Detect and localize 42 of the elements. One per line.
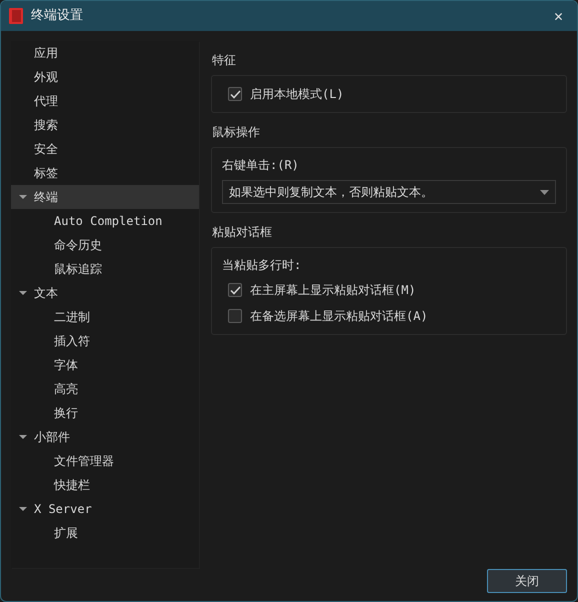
tree-item[interactable]: 扩展 bbox=[11, 521, 199, 545]
section-title: 鼠标操作 bbox=[212, 124, 261, 141]
tree-item[interactable]: 快捷栏 bbox=[11, 473, 199, 497]
tree-item[interactable]: 命令历史 bbox=[11, 233, 199, 257]
checkbox[interactable] bbox=[228, 87, 242, 101]
tree-item[interactable]: X Server bbox=[11, 497, 199, 521]
tree-item[interactable]: 代理 bbox=[11, 89, 199, 113]
caret-icon[interactable] bbox=[18, 506, 26, 512]
tree-item[interactable]: 外观 bbox=[11, 65, 199, 89]
tree-item[interactable]: 应用 bbox=[11, 41, 199, 65]
tree-item[interactable]: 字体 bbox=[11, 353, 199, 377]
tree-item[interactable]: 二进制 bbox=[11, 305, 199, 329]
tree-item[interactable]: 换行 bbox=[11, 401, 199, 425]
tree-item[interactable]: 安全 bbox=[11, 137, 199, 161]
caret-icon[interactable] bbox=[18, 434, 26, 440]
caret-icon[interactable] bbox=[18, 194, 26, 200]
checkbox[interactable] bbox=[228, 309, 242, 323]
tree-item[interactable]: 文本 bbox=[11, 281, 199, 305]
tree-item[interactable]: 终端 bbox=[11, 185, 199, 209]
field-label: 当粘贴多行时: bbox=[222, 257, 302, 274]
close-button[interactable]: ✕ bbox=[548, 4, 569, 28]
checkbox[interactable] bbox=[228, 283, 242, 297]
tree-item[interactable]: 小部件 bbox=[11, 425, 199, 449]
close-dialog-button[interactable]: 关闭 bbox=[487, 569, 567, 593]
dropdown-arrow-icon bbox=[540, 190, 549, 194]
tree-item[interactable]: 搜索 bbox=[11, 113, 199, 137]
caret-icon[interactable] bbox=[18, 290, 26, 296]
field-label: 右键单击:(R) bbox=[222, 157, 300, 174]
tree-item[interactable]: 高亮 bbox=[11, 377, 199, 401]
tree-item[interactable]: 插入符 bbox=[11, 329, 199, 353]
checkbox-label: 在主屏幕上显示粘贴对话框(M) bbox=[250, 282, 416, 299]
checkbox-label: 在备选屏幕上显示粘贴对话框(A) bbox=[250, 308, 428, 325]
tree-item[interactable]: 文件管理器 bbox=[11, 449, 199, 473]
tree-item[interactable]: Auto Completion bbox=[11, 209, 199, 233]
app-icon bbox=[9, 8, 23, 24]
section-title: 特征 bbox=[212, 52, 237, 69]
window-title: 终端设置 bbox=[31, 7, 83, 26]
checkbox-label: 启用本地模式(L) bbox=[250, 86, 344, 103]
section-title: 粘贴对话框 bbox=[212, 224, 273, 241]
dropdown[interactable]: 如果选中则复制文本，否则粘贴文本。 bbox=[222, 180, 556, 204]
tree-item[interactable]: 鼠标追踪 bbox=[11, 257, 199, 281]
tree-item[interactable]: 标签 bbox=[11, 161, 199, 185]
